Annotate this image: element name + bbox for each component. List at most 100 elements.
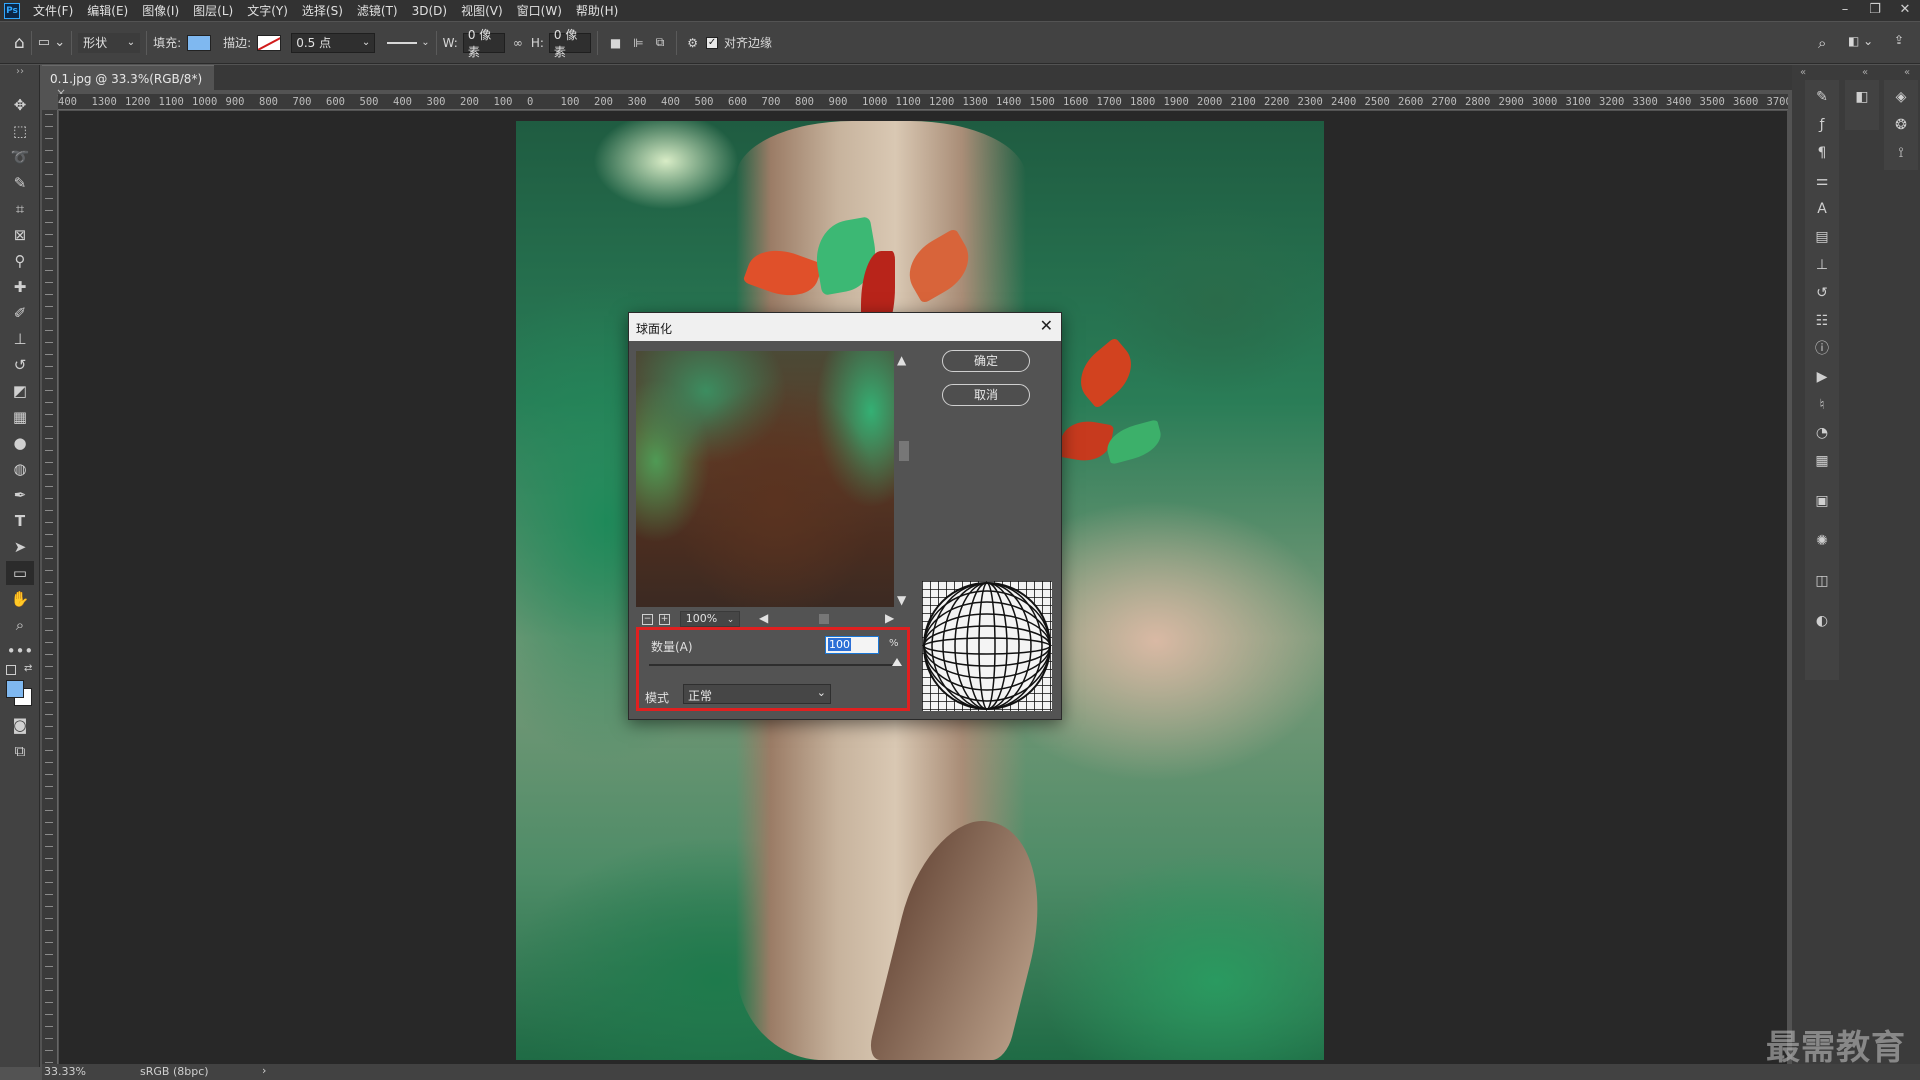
brush-tool-icon[interactable]: ✐	[6, 301, 34, 325]
preview-scroll-thumb[interactable]	[899, 441, 909, 461]
blur-tool-icon[interactable]: ●	[6, 431, 34, 455]
notes-icon[interactable]: ▣	[1810, 490, 1834, 512]
quick-select-tool-icon[interactable]: ✎	[6, 171, 34, 195]
close-icon[interactable]: ✕	[1040, 316, 1053, 335]
color-icon[interactable]: ◐	[1810, 610, 1834, 632]
collapse-panels-icon[interactable]: «	[1800, 67, 1806, 78]
link-icon[interactable]: ∞	[513, 36, 523, 50]
zoom-out-icon[interactable]: −	[642, 613, 653, 625]
gear-icon[interactable]: ⚙	[687, 36, 698, 50]
eraser-tool-icon[interactable]: ◩	[6, 379, 34, 403]
collapse-panels-icon[interactable]: «	[1904, 67, 1910, 78]
tool-presets-icon[interactable]: ☷	[1810, 310, 1834, 332]
gradient-tool-icon[interactable]: ▦	[6, 405, 34, 429]
info-icon[interactable]: ⓘ	[1810, 338, 1834, 360]
share-icon[interactable]: ⇪	[1894, 33, 1904, 47]
swap-colors-icon[interactable]: ⇄	[24, 663, 32, 674]
fill-color-swatch[interactable]	[187, 34, 212, 51]
3d-icon[interactable]: ◔	[1810, 422, 1834, 444]
paths-icon[interactable]: ⟟	[1889, 142, 1913, 164]
status-arrow-icon[interactable]: ›	[262, 1064, 266, 1077]
brush-settings-icon[interactable]: ✎	[1810, 86, 1834, 108]
collapse-panels-icon[interactable]: «	[1862, 67, 1868, 78]
mode-select[interactable]: 正常 ⌄	[683, 684, 831, 704]
crop-tool-icon[interactable]: ⌗	[6, 197, 34, 221]
clone-stamp-tool-icon[interactable]: ⊥	[6, 327, 34, 351]
hand-tool-icon[interactable]: ✋	[6, 587, 34, 611]
menu-filter[interactable]: 滤镜(T)	[350, 2, 405, 19]
filter-preview[interactable]	[636, 351, 894, 607]
eyedropper-tool-icon[interactable]: ⚲	[6, 249, 34, 273]
channels-icon[interactable]: ❂	[1889, 114, 1913, 136]
lasso-tool-icon[interactable]: ➰	[6, 145, 34, 169]
menu-view[interactable]: 视图(V)	[454, 2, 510, 19]
ok-button[interactable]: 确定	[942, 350, 1030, 372]
type-tool-icon[interactable]: T	[6, 509, 34, 533]
character-icon[interactable]: A	[1810, 198, 1834, 220]
stroke-color-swatch[interactable]	[257, 34, 282, 51]
path-select-tool-icon[interactable]: ➤	[6, 535, 34, 559]
scroll-up-icon[interactable]: ▲	[897, 353, 906, 367]
workspace-icon[interactable]: ◧ ⌄	[1848, 34, 1873, 48]
close-icon[interactable]: ✕	[1890, 0, 1920, 21]
document-tab[interactable]: 0.1.jpg @ 33.3%(RGB/8*) ×	[42, 65, 214, 100]
styles-icon[interactable]: ƒ	[1810, 114, 1834, 136]
layers-icon[interactable]: ◈	[1889, 86, 1913, 108]
path-operations-icon[interactable]: ■	[610, 36, 621, 50]
foreground-color-swatch[interactable]	[6, 680, 24, 698]
amount-slider-track[interactable]	[649, 664, 897, 666]
table-icon[interactable]: ▦	[1810, 450, 1834, 472]
zoom-level[interactable]: 33.33%	[44, 1065, 86, 1078]
width-input[interactable]: 0 像素	[462, 28, 505, 59]
more-tools-icon[interactable]: •••	[6, 639, 34, 663]
scroll-left-icon[interactable]: ◀	[759, 611, 768, 625]
preview-hscroll-thumb[interactable]	[819, 614, 829, 624]
adjustments-icon[interactable]: ⚌	[1810, 170, 1834, 192]
history-icon[interactable]: ↺	[1810, 282, 1834, 304]
stroke-type-select[interactable]: ⌄	[387, 37, 430, 48]
dialog-title-bar[interactable]: 球面化	[629, 313, 1061, 341]
path-arrangement-icon[interactable]: ⧉	[656, 35, 665, 50]
collapse-toolbar-icon[interactable]: ››	[6, 65, 34, 77]
stroke-width-input[interactable]: 0.5 点 ⌄	[291, 32, 376, 53]
frame-tool-icon[interactable]: ⊠	[6, 223, 34, 247]
menu-help[interactable]: 帮助(H)	[569, 2, 625, 19]
libraries-icon[interactable]: ♮	[1810, 394, 1834, 416]
dodge-tool-icon[interactable]: ◍	[6, 457, 34, 481]
actions-icon[interactable]: ▶	[1810, 366, 1834, 388]
clone-source-icon[interactable]: ⊥	[1810, 254, 1834, 276]
history-brush-tool-icon[interactable]: ↺	[6, 353, 34, 377]
minimize-icon[interactable]: –	[1830, 0, 1860, 21]
preview-vertical-scrollbar[interactable]	[896, 351, 912, 607]
move-tool-icon[interactable]: ✥	[6, 93, 34, 117]
rectangle-tool-icon[interactable]: ▭	[6, 561, 34, 585]
screen-mode-icon[interactable]: ⧉	[6, 739, 34, 763]
zoom-in-icon[interactable]: +	[659, 613, 670, 625]
default-colors-icon[interactable]	[6, 665, 16, 675]
align-edges-checkbox[interactable]: ✓	[706, 36, 719, 49]
menu-window[interactable]: 窗口(W)	[510, 2, 569, 19]
quick-mask-icon[interactable]: ◙	[6, 713, 34, 737]
preview-zoom-select[interactable]: 100% ⌄	[680, 611, 740, 627]
search-icon[interactable]: ⌕	[1818, 34, 1826, 52]
timeline-icon[interactable]: ✺	[1810, 530, 1834, 552]
scroll-right-icon[interactable]: ▶	[885, 611, 894, 625]
menu-file[interactable]: 文件(F)	[26, 2, 80, 19]
height-input[interactable]: 0 像素	[548, 28, 591, 59]
menu-select[interactable]: 选择(S)	[295, 2, 350, 19]
glyphs-icon[interactable]: ▤	[1810, 226, 1834, 248]
shape-mode-select[interactable]: 形状 ⌄	[78, 32, 141, 53]
zoom-tool-icon[interactable]: ⌕	[6, 613, 34, 637]
restore-icon[interactable]: ❐	[1860, 0, 1890, 21]
marquee-tool-icon[interactable]: ⬚	[6, 119, 34, 143]
scroll-down-icon[interactable]: ▼	[897, 593, 906, 607]
pen-tool-icon[interactable]: ✒	[6, 483, 34, 507]
menu-type[interactable]: 文字(Y)	[240, 2, 295, 19]
rectangle-tool-preset-icon[interactable]: ▭ ⌄	[38, 35, 65, 50]
menu-image[interactable]: 图像(I)	[135, 2, 186, 19]
preview-horizontal-scrollbar[interactable]: ◀ ▶	[759, 611, 899, 626]
amount-slider-thumb[interactable]	[892, 658, 902, 666]
measurement-icon[interactable]: ◫	[1810, 570, 1834, 592]
amount-input[interactable]: 100	[825, 636, 879, 654]
menu-3d[interactable]: 3D(D)	[405, 4, 454, 18]
